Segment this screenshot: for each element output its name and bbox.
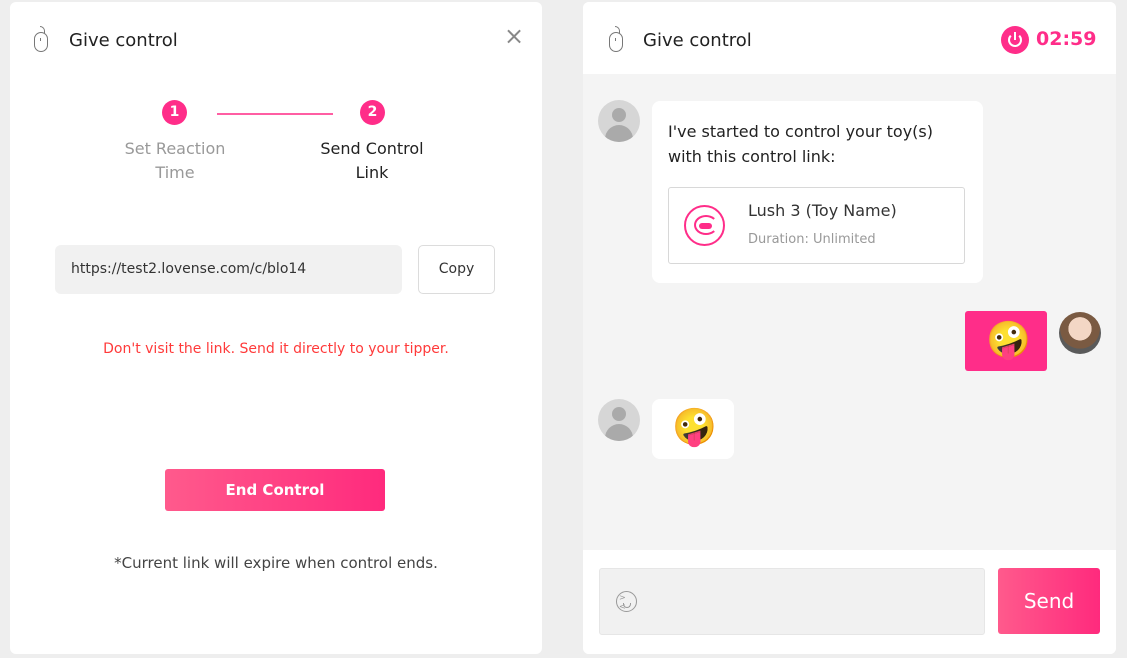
- emoji-icon: 🤪: [672, 407, 717, 448]
- incoming-message: I've started to control your toy(s) with…: [652, 101, 983, 283]
- control-timer: 02:59: [1036, 28, 1097, 50]
- emoji-icon: 🤪: [986, 320, 1031, 361]
- step-2-label: Send Control Link: [320, 139, 424, 182]
- copy-button[interactable]: Copy: [418, 245, 495, 294]
- toy-duration: Duration: Unlimited: [748, 232, 876, 247]
- step-1-label: Set Reaction Time: [124, 139, 226, 182]
- chat-title: Give control: [643, 30, 752, 51]
- power-icon[interactable]: [1001, 26, 1029, 54]
- message-input[interactable]: [599, 568, 985, 635]
- send-button[interactable]: Send: [998, 568, 1100, 634]
- give-control-panel: Give control × 1 2 Set Reaction Time Sen…: [10, 2, 542, 654]
- chat-input-bar: Send: [583, 550, 1116, 654]
- avatar: [598, 100, 640, 142]
- toy-card[interactable]: Lush 3 (Toy Name) Duration: Unlimited: [668, 187, 965, 264]
- user-avatar: [1059, 312, 1101, 354]
- step-2-number: 2: [360, 100, 385, 125]
- panel-header: Give control ×: [10, 2, 542, 74]
- control-link-field[interactable]: https://test2.lovense.com/c/blo14: [55, 245, 402, 294]
- link-warning: Don't visit the link. Send it directly t…: [103, 341, 449, 357]
- panel-title: Give control: [69, 30, 178, 51]
- avatar: [598, 399, 640, 441]
- mouse-icon: [34, 26, 48, 52]
- close-icon[interactable]: ×: [504, 24, 524, 48]
- toy-name: Lush 3 (Toy Name): [748, 201, 897, 220]
- chat-area: I've started to control your toy(s) with…: [583, 74, 1116, 550]
- chat-panel: Give control 02:59 I've started to contr…: [583, 2, 1116, 654]
- chat-header: Give control 02:59: [583, 2, 1116, 74]
- emoji-picker-icon[interactable]: [616, 591, 637, 612]
- step-connector: [217, 113, 333, 115]
- mouse-icon: [609, 26, 623, 52]
- message-text: I've started to control your toy(s) with…: [668, 122, 933, 166]
- incoming-message: 🤪: [652, 399, 734, 459]
- step-1-number: 1: [162, 100, 187, 125]
- lush-toy-icon: [684, 205, 725, 246]
- end-control-button[interactable]: End Control: [165, 469, 385, 511]
- expire-note: *Current link will expire when control e…: [114, 554, 438, 572]
- outgoing-message: 🤪: [965, 311, 1047, 371]
